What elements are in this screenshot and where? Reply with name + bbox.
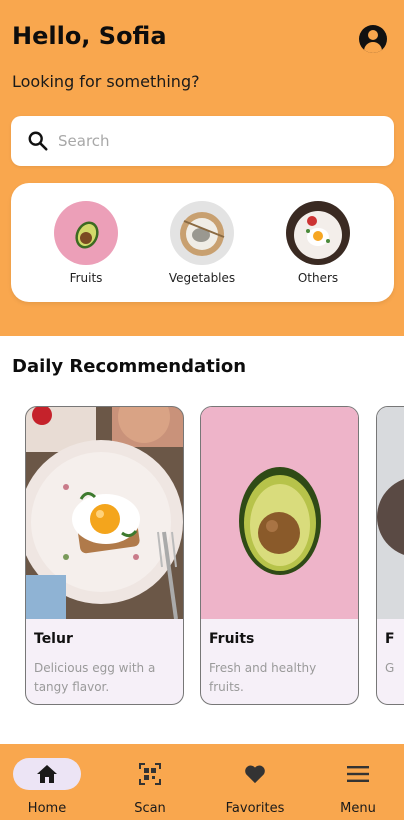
- category-label: Others: [297, 271, 339, 285]
- nav-label: Home: [27, 801, 67, 816]
- menu-icon: [347, 766, 369, 782]
- search-bar[interactable]: [11, 116, 394, 166]
- card-description: Fresh and healthy fruits.: [209, 661, 317, 694]
- recommendation-carousel[interactable]: Telur Delicious egg with a tangy flavor.…: [0, 406, 404, 706]
- nav-scan[interactable]: Scan: [105, 758, 195, 820]
- nav-home[interactable]: Home: [2, 758, 92, 820]
- category-others[interactable]: Others: [268, 201, 368, 285]
- category-label: Vegetables: [168, 271, 236, 285]
- card-title: Telur: [34, 631, 73, 647]
- vegetable-bowl-image: [170, 201, 234, 265]
- card-description: Delicious egg with a tangy flavor.: [34, 661, 156, 694]
- category-vegetables[interactable]: Vegetables: [152, 201, 252, 285]
- recommendation-card-partial[interactable]: F G: [376, 406, 404, 705]
- egg-toast-photo: [26, 407, 183, 619]
- nav-label: Scan: [134, 801, 166, 816]
- qr-scan-icon: [139, 763, 161, 785]
- recommendation-card[interactable]: Telur Delicious egg with a tangy flavor.: [25, 406, 184, 705]
- subtitle: Looking for something?: [12, 72, 200, 91]
- search-icon: [28, 131, 48, 151]
- card-description: G: [385, 661, 395, 675]
- partial-card-photo: [377, 407, 404, 619]
- heart-icon: [245, 765, 265, 784]
- egg-plate-image: [286, 201, 350, 265]
- avocado-image: [54, 201, 118, 265]
- card-title: F: [385, 631, 395, 647]
- category-fruits[interactable]: Fruits: [36, 201, 136, 285]
- category-panel: Fruits Vegetables Others: [11, 183, 394, 302]
- nav-favorites[interactable]: Favorites: [210, 758, 300, 820]
- account-circle-icon[interactable]: [359, 25, 387, 53]
- recommendation-card[interactable]: Fruits Fresh and healthy fruits.: [200, 406, 359, 705]
- avocado-photo: [201, 407, 358, 619]
- category-label: Fruits: [69, 271, 103, 285]
- bottom-navigation: Home Scan Favorites Menu: [0, 744, 404, 820]
- nav-label: Favorites: [225, 801, 285, 816]
- search-input[interactable]: [58, 126, 378, 156]
- nav-menu[interactable]: Menu: [313, 758, 403, 820]
- nav-active-indicator: [13, 758, 81, 790]
- nav-label: Menu: [340, 801, 376, 816]
- card-title: Fruits: [209, 631, 255, 647]
- section-title: Daily Recommendation: [12, 356, 247, 377]
- greeting-title: Hello, Sofia: [12, 22, 167, 50]
- home-icon: [37, 765, 57, 783]
- header: Hello, Sofia Looking for something? Frui…: [0, 0, 404, 336]
